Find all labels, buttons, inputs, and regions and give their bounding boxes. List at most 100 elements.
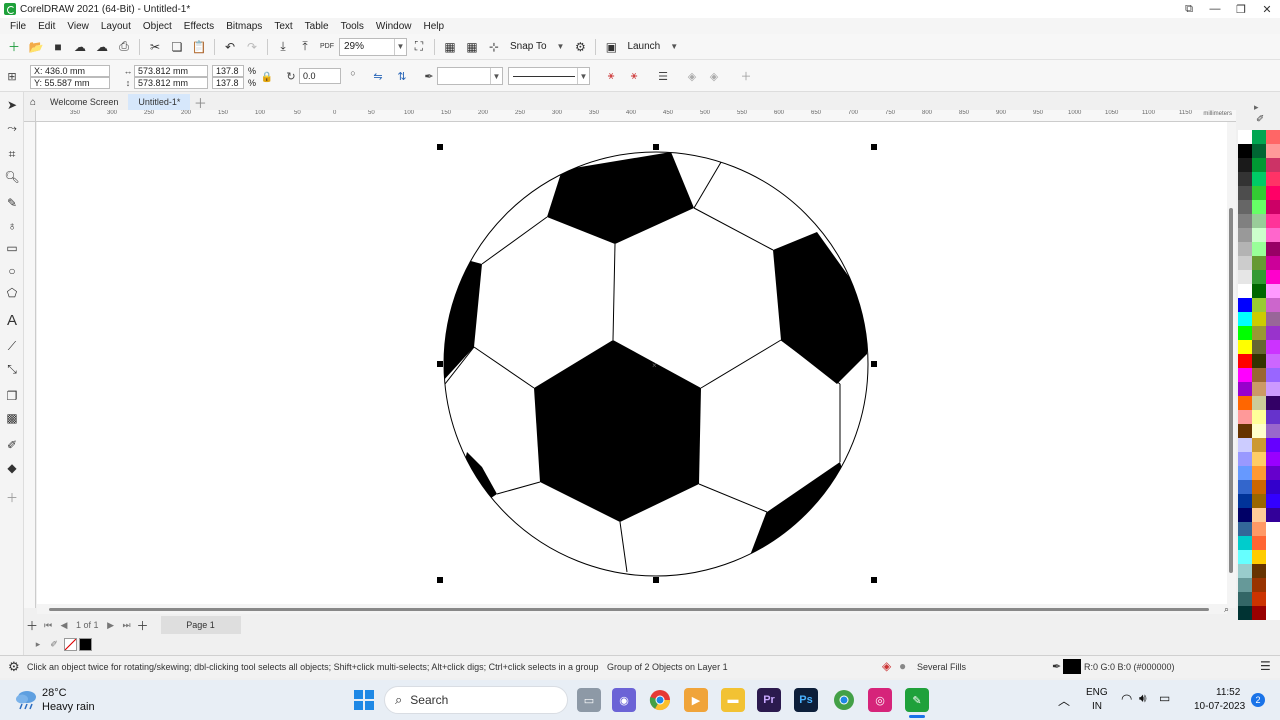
color-swatch[interactable] bbox=[1238, 200, 1252, 214]
menu-view[interactable]: View bbox=[61, 21, 95, 32]
restore-button[interactable]: ❐ bbox=[1228, 0, 1254, 18]
grid-icon[interactable]: ▦ bbox=[462, 37, 482, 57]
line-style-select[interactable]: ▼ bbox=[508, 67, 590, 85]
menu-effects[interactable]: Effects bbox=[178, 21, 220, 32]
color-swatch[interactable] bbox=[1238, 256, 1252, 270]
menu-bitmaps[interactable]: Bitmaps bbox=[220, 21, 268, 32]
fill-icon[interactable]: ◈ bbox=[882, 659, 891, 673]
color-swatch[interactable] bbox=[1238, 606, 1252, 620]
color-swatch[interactable] bbox=[1238, 340, 1252, 354]
color-swatch[interactable] bbox=[1252, 438, 1266, 452]
scroll-thumb[interactable] bbox=[1229, 208, 1233, 573]
color-swatch[interactable] bbox=[1252, 144, 1266, 158]
break-apart-icon[interactable]: ⚹ bbox=[603, 68, 619, 84]
color-swatch[interactable] bbox=[1266, 452, 1280, 466]
menu-edit[interactable]: Edit bbox=[32, 21, 61, 32]
color-swatch[interactable] bbox=[1238, 410, 1252, 424]
color-swatch[interactable] bbox=[1266, 312, 1280, 326]
color-swatch[interactable] bbox=[1238, 326, 1252, 340]
color-swatch[interactable] bbox=[1266, 522, 1280, 536]
color-swatch[interactable] bbox=[1252, 592, 1266, 606]
ruler-corner[interactable] bbox=[24, 110, 36, 122]
height-field[interactable]: 573.812 mm bbox=[134, 77, 208, 89]
tab-welcome-screen[interactable]: Welcome Screen bbox=[40, 94, 128, 110]
snap-to-button[interactable]: Snap To bbox=[506, 41, 551, 52]
outline-pen-icon[interactable]: ✒ bbox=[1052, 660, 1061, 673]
color-swatch[interactable] bbox=[1266, 130, 1280, 144]
color-swatch[interactable] bbox=[1238, 130, 1252, 144]
outline-width-select[interactable]: ▼ bbox=[437, 67, 503, 85]
connector-tool-icon[interactable]: ⤡ bbox=[3, 360, 21, 378]
color-swatch[interactable] bbox=[1252, 578, 1266, 592]
undo-icon[interactable]: ↶ bbox=[220, 37, 240, 57]
weather-temperature[interactable]: 28°C bbox=[42, 687, 67, 699]
add-tab-button[interactable]: ＋ bbox=[192, 94, 208, 111]
object-origin-icon[interactable]: ⊞ bbox=[4, 68, 20, 84]
color-swatch[interactable] bbox=[1266, 508, 1280, 522]
mirror-horizontal-icon[interactable]: ⇋ bbox=[370, 68, 386, 84]
guidelines-icon[interactable]: ⊹ bbox=[484, 37, 504, 57]
color-swatch[interactable] bbox=[1252, 158, 1266, 172]
color-swatch[interactable] bbox=[1252, 326, 1266, 340]
color-swatch[interactable] bbox=[1266, 564, 1280, 578]
color-swatch[interactable] bbox=[1266, 396, 1280, 410]
color-swatch[interactable] bbox=[1266, 592, 1280, 606]
palette-eyedropper-icon[interactable]: ✐ bbox=[1256, 114, 1264, 125]
color-swatch[interactable] bbox=[1252, 466, 1266, 480]
status-fill[interactable]: Several Fills bbox=[917, 662, 966, 672]
text-wrap-icon[interactable]: ☰ bbox=[655, 68, 671, 84]
palette-column-1[interactable] bbox=[1238, 130, 1252, 620]
scale-width-field[interactable]: 137.8 bbox=[212, 65, 244, 77]
cloud-upload-icon[interactable]: ☁ bbox=[70, 37, 90, 57]
color-swatch[interactable] bbox=[1252, 312, 1266, 326]
launch-icon[interactable]: ▣ bbox=[601, 37, 621, 57]
export-icon[interactable]: ⤒ bbox=[295, 37, 315, 57]
chrome-icon[interactable] bbox=[648, 688, 672, 712]
color-swatch[interactable] bbox=[1252, 396, 1266, 410]
color-swatch[interactable] bbox=[1252, 256, 1266, 270]
import-icon[interactable]: ⤓ bbox=[273, 37, 293, 57]
media-player-icon[interactable]: ▶ bbox=[684, 688, 708, 712]
battery-icon[interactable]: ▭ bbox=[1159, 691, 1170, 705]
vertical-ruler[interactable] bbox=[24, 122, 36, 608]
color-swatch[interactable] bbox=[1266, 410, 1280, 424]
notification-badge[interactable]: 2 bbox=[1251, 693, 1265, 707]
palette-arrow-icon[interactable]: ▸ bbox=[1254, 102, 1259, 113]
color-swatch[interactable] bbox=[1238, 438, 1252, 452]
color-swatch[interactable] bbox=[1266, 578, 1280, 592]
scale-height-field[interactable]: 137.8 bbox=[212, 77, 244, 89]
color-swatch[interactable] bbox=[1252, 508, 1266, 522]
color-swatch[interactable] bbox=[1252, 186, 1266, 200]
color-swatch[interactable] bbox=[1266, 466, 1280, 480]
color-swatch[interactable] bbox=[1252, 130, 1266, 144]
menu-help[interactable]: Help bbox=[418, 21, 451, 32]
freehand-tool-icon[interactable]: ✎ bbox=[3, 194, 21, 212]
color-swatch[interactable] bbox=[1238, 564, 1252, 578]
wifi-icon[interactable]: ◠ bbox=[1121, 691, 1132, 707]
horizontal-ruler[interactable]: 350 300 250 200 150 100 50 0 50 100 150 … bbox=[36, 110, 1236, 122]
color-swatch[interactable] bbox=[1266, 494, 1280, 508]
add-page-after-icon[interactable]: ＋ bbox=[135, 617, 151, 633]
color-swatch[interactable] bbox=[1238, 522, 1252, 536]
color-swatch[interactable] bbox=[1266, 186, 1280, 200]
color-swatch[interactable] bbox=[1266, 550, 1280, 564]
color-swatch[interactable] bbox=[1238, 396, 1252, 410]
ellipse-tool-icon[interactable]: ○ bbox=[3, 262, 21, 280]
color-swatch[interactable] bbox=[1252, 298, 1266, 312]
color-swatch[interactable] bbox=[1252, 494, 1266, 508]
menu-text[interactable]: Text bbox=[268, 21, 298, 32]
color-swatch[interactable] bbox=[1238, 284, 1252, 298]
color-swatch[interactable] bbox=[1252, 172, 1266, 186]
rotate-icon[interactable]: ↻ bbox=[283, 68, 299, 84]
scroll-thumb[interactable] bbox=[49, 608, 1209, 611]
mirror-vertical-icon[interactable]: ⇅ bbox=[394, 68, 410, 84]
home-icon[interactable]: ⌂ bbox=[26, 95, 40, 109]
artistic-media-icon[interactable]: ♁ bbox=[3, 217, 21, 235]
zoom-tool-icon[interactable]: 🔍︎ bbox=[3, 168, 21, 186]
color-swatch[interactable] bbox=[1252, 200, 1266, 214]
volume-icon[interactable]: 🔊︎ bbox=[1139, 691, 1147, 706]
color-swatch[interactable] bbox=[1238, 172, 1252, 186]
color-swatch[interactable] bbox=[1252, 452, 1266, 466]
close-button[interactable]: ✕ bbox=[1254, 0, 1280, 18]
share-icon[interactable]: ⧉ bbox=[1176, 0, 1202, 18]
